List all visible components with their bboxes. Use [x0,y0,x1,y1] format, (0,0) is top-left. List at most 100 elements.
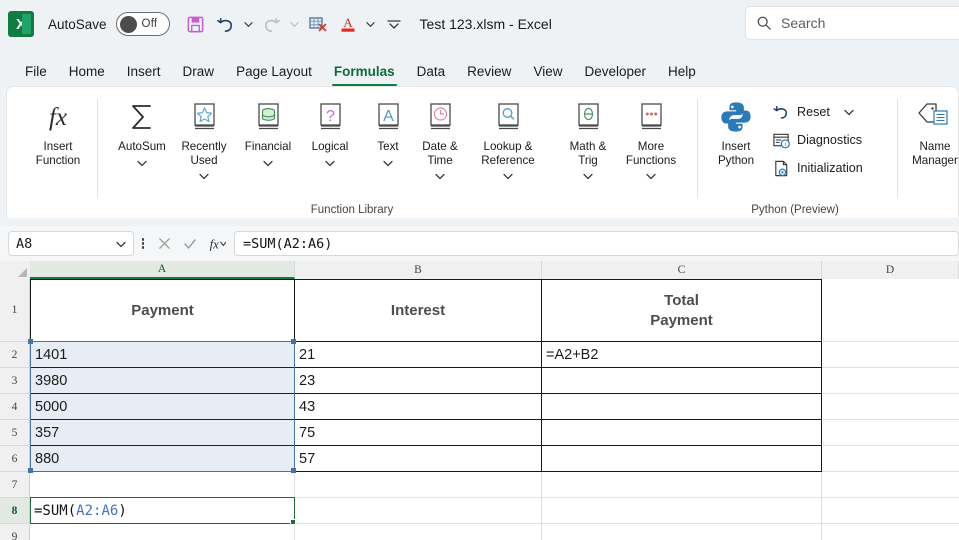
name-box-value: A8 [16,235,33,252]
tab-view[interactable]: View [522,56,573,86]
cell-a3[interactable]: 3980 [32,368,293,393]
row-header-2[interactable]: 2 [0,342,30,368]
cell-c2[interactable]: =A2+B2 [543,342,820,367]
search-placeholder: Search [781,15,826,31]
logical-chevron-down-icon[interactable] [325,154,335,172]
cell-a5[interactable]: 357 [32,420,293,445]
row-header-3[interactable]: 3 [0,368,30,394]
row-header-5[interactable]: 5 [0,420,30,446]
name-manager-button[interactable]: Name Manager [897,95,958,187]
cell-b3[interactable]: 23 [296,368,540,393]
cell-a2[interactable]: 1401 [32,342,293,367]
formula-bar-more-options-icon[interactable] [134,237,152,250]
insert-function-button[interactable]: fx Insert Function [21,95,95,187]
autosum-label: AutoSum [118,140,166,153]
tab-formulas[interactable]: Formulas [323,56,406,86]
ribbon-group-python: Insert Python Reset i Diagnostics Initia… [697,87,893,218]
svg-text:A: A [343,15,353,30]
question-book-icon: ? [313,95,347,139]
document-title: Test 123.xlsm - Excel [419,16,552,32]
cell-a4[interactable]: 5000 [32,394,293,419]
autosave-toggle-knob [119,15,137,33]
autosum-chevron-down-icon[interactable] [137,154,147,172]
row-header-9[interactable]: 9 [0,524,30,540]
insert-function-fx-icon[interactable]: fx [204,232,228,256]
recently-used-button[interactable]: Recently Used [167,95,241,187]
row-header-7[interactable]: 7 [0,472,30,498]
text-chevron-down-icon[interactable] [383,154,393,172]
font-color-dropdown-chevron-down-icon[interactable] [364,10,378,38]
column-header-a[interactable]: A [30,261,295,279]
cell-a6[interactable]: 880 [32,446,293,471]
initialization-icon [769,159,793,178]
date-time-label: Date & Time [422,140,458,167]
save-icon[interactable] [182,10,210,38]
python-reset-chevron-down-icon[interactable] [844,109,854,116]
tab-insert[interactable]: Insert [116,56,172,86]
tab-draw[interactable]: Draw [172,56,226,86]
math-trig-chevron-down-icon[interactable] [583,167,593,185]
cell-border-c5 [541,419,822,446]
font-color-icon[interactable]: A [334,10,362,38]
insert-function-label: Insert Function [35,140,81,167]
undo-icon[interactable] [212,10,240,38]
python-diagnostics-button[interactable]: i Diagnostics [769,127,862,153]
undo-dropdown-chevron-down-icon[interactable] [242,10,256,38]
formula-input[interactable]: =SUM(A2:A6) [234,231,959,256]
cell-b5[interactable]: 75 [296,420,540,445]
more-functions-button[interactable]: More Functions [609,95,693,187]
confirm-check-icon[interactable] [178,232,202,256]
fx-icon: fx [37,95,79,139]
autosave-toggle[interactable]: Off [115,12,170,36]
ribbon: fx Insert Function AutoSum Recently Used… [6,86,959,218]
cell-c1[interactable]: Total Payment [542,280,821,341]
name-box[interactable]: A8 [8,231,134,256]
date-time-chevron-down-icon[interactable] [435,167,445,185]
row-header-6[interactable]: 6 [0,446,30,472]
lookup-reference-button[interactable]: Lookup & Reference [465,95,551,187]
cell-border-c6 [541,445,822,472]
excel-logo-icon: X [8,11,34,37]
cell-a1[interactable]: Payment [31,280,294,341]
row-header-4[interactable]: 4 [0,394,30,420]
search-icon [756,15,772,31]
row-header-1[interactable]: 1 [0,279,30,342]
lookup-reference-chevron-down-icon[interactable] [503,167,513,185]
cell-b4[interactable]: 43 [296,394,540,419]
cell-b6[interactable]: 57 [296,446,540,471]
name-box-chevron-down-icon[interactable] [116,235,126,253]
tab-developer[interactable]: Developer [573,56,657,86]
tab-data[interactable]: Data [406,56,457,86]
tab-help[interactable]: Help [657,56,707,86]
select-all-corner[interactable] [0,261,30,279]
cell-border-c3 [541,367,822,394]
recently-used-chevron-down-icon[interactable] [199,167,209,185]
svg-text:fx: fx [49,104,67,131]
financial-label: Financial [244,140,292,153]
python-reset-button[interactable]: Reset [769,99,854,125]
cell-b2[interactable]: 21 [296,342,540,367]
fill-handle[interactable] [290,519,296,525]
financial-chevron-down-icon[interactable] [263,154,273,172]
python-initialization-button[interactable]: Initialization [769,155,863,181]
column-header-d[interactable]: D [822,261,959,279]
tab-review[interactable]: Review [456,56,522,86]
cell-b1[interactable]: Interest [295,280,541,341]
cancel-icon[interactable] [152,232,176,256]
row-header-8[interactable]: 8 [0,498,30,524]
more-functions-chevron-down-icon[interactable] [646,167,656,185]
column-header-c[interactable]: C [542,261,822,279]
insert-python-button[interactable]: Insert Python [703,95,769,187]
recently-used-label: Recently Used [181,140,227,167]
lookup-reference-label: Lookup & Reference [481,140,535,167]
tab-home[interactable]: Home [58,56,116,86]
tab-file[interactable]: File [14,56,58,86]
autosave-label: AutoSave [48,16,107,32]
text-label: Text [377,140,399,153]
search-input[interactable]: Search [745,6,959,40]
svg-text:i: i [784,142,786,148]
customize-quick-access-toolbar-icon[interactable] [380,10,408,38]
clear-cells-icon[interactable] [304,10,332,38]
column-header-b[interactable]: B [295,261,542,279]
tab-page-layout[interactable]: Page Layout [225,56,323,86]
